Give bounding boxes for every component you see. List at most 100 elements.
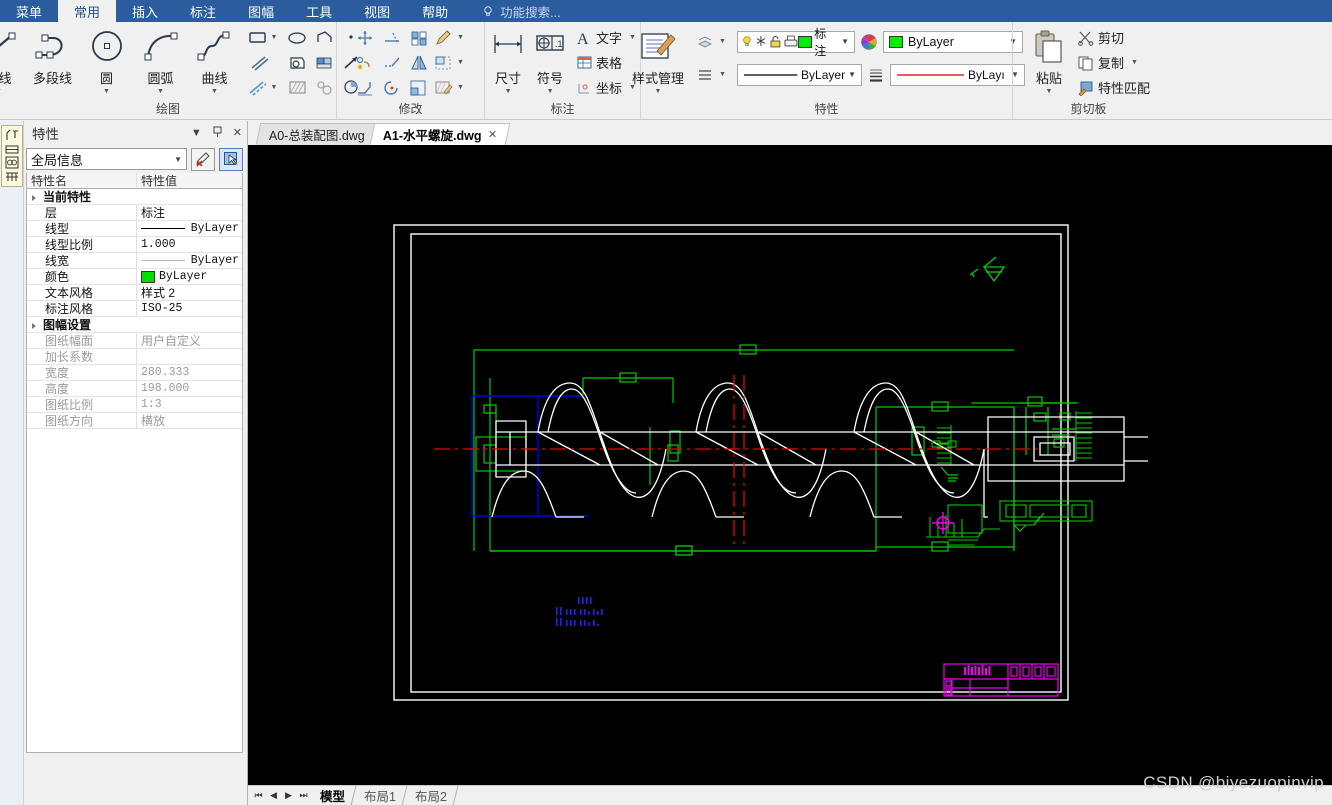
hatch-tool-button[interactable] <box>284 75 311 100</box>
ellipse-tool-button[interactable] <box>284 25 311 50</box>
menu-item-caidan[interactable]: 菜单 <box>0 0 58 22</box>
layout-tab-1[interactable]: 布局1 <box>353 786 408 805</box>
layout-tab-model[interactable]: 模型 <box>309 786 357 805</box>
menu-item-charu[interactable]: 插入 <box>116 0 174 22</box>
spline-tool-caret-icon[interactable]: ▼ <box>211 88 218 95</box>
offset-tool-button[interactable] <box>351 50 378 75</box>
layer-manager-caret-icon[interactable]: ▼ <box>719 38 726 45</box>
property-row-color[interactable]: 颜色 ByLayer <box>27 269 242 285</box>
spline-tool-button[interactable]: 曲线 ▼ <box>188 25 242 95</box>
layer-state-field[interactable]: 标注 ▼ <box>737 27 855 58</box>
property-row-orientation[interactable]: 图纸方向 横放 <box>27 413 242 429</box>
edit-hatch-caret-icon[interactable]: ▼ <box>457 84 464 91</box>
arc-tool-button[interactable]: 圆弧 ▼ <box>134 25 188 95</box>
property-row-sheetsize[interactable]: 图纸幅面 用户自定义 <box>27 333 242 349</box>
region-tool-button[interactable] <box>284 50 311 75</box>
nav-first-layout-button[interactable]: ⏮ <box>252 790 265 801</box>
scale-tool-button[interactable] <box>405 75 432 100</box>
menu-item-changyong[interactable]: 常用 <box>58 0 117 22</box>
paste-caret-icon[interactable]: ▼ <box>1046 88 1053 95</box>
lineweight-icon[interactable] <box>867 67 885 83</box>
move-tool-button[interactable] <box>351 25 378 50</box>
document-tab-a1[interactable]: A1-水平螺旋.dwg ✕ <box>369 123 511 145</box>
parallel-line-tool-button[interactable]: ▼ <box>246 75 284 100</box>
menu-item-biaozhu[interactable]: 标注 <box>174 0 232 22</box>
property-group-sheet[interactable]: 图幅设置 <box>27 317 242 333</box>
property-row-ltscale[interactable]: 线型比例 1.000 <box>27 237 242 253</box>
dimension-tool-button[interactable]: 尺寸 ▼ <box>487 25 529 95</box>
rectangle-caret-icon[interactable]: ▼ <box>271 34 278 41</box>
property-row-dimstyle[interactable]: 标注风格 ISO-25 <box>27 301 242 317</box>
cut-button[interactable]: 剪切 <box>1075 25 1152 50</box>
property-row-lineweight[interactable]: 线宽 ByLayer <box>27 253 242 269</box>
palette-close-button[interactable]: ✕ <box>233 127 242 139</box>
double-line-tool-button[interactable] <box>246 50 273 75</box>
clip-caret-icon[interactable]: ▼ <box>457 59 464 66</box>
layout-tab-2[interactable]: 布局2 <box>404 786 459 805</box>
copy-button[interactable]: 复制 ▼ <box>1075 50 1152 75</box>
puzzle-tool-button[interactable] <box>311 75 338 100</box>
arc-tool-caret-icon[interactable]: ▼ <box>157 88 164 95</box>
property-row-textstyle[interactable]: 文本风格 样式 2 <box>27 285 242 301</box>
nav-prev-layout-button[interactable]: ◀ <box>267 790 280 801</box>
property-row-layer[interactable]: 层 标注 <box>27 205 242 221</box>
property-row-height[interactable]: 高度 198.000 <box>27 381 242 397</box>
style-manager-button[interactable]: 样式管理 ▼ <box>628 25 688 95</box>
document-tab-a1-close-icon[interactable]: ✕ <box>487 128 496 141</box>
dimension-caret-icon[interactable]: ▼ <box>505 88 512 95</box>
linetype-manager-caret-icon[interactable]: ▼ <box>719 71 726 78</box>
match-properties-button[interactable]: 特性匹配 <box>1075 75 1152 100</box>
mirror-tool-button[interactable] <box>405 50 432 75</box>
polyline-tool-button[interactable]: 多段线 <box>26 25 80 87</box>
menu-item-shitu[interactable]: 视图 <box>348 0 406 22</box>
style-manager-caret-icon[interactable]: ▼ <box>655 88 662 95</box>
property-row-scale[interactable]: 图纸比例 1:3 <box>27 397 242 413</box>
property-row-extension[interactable]: 加长系数 <box>27 349 242 365</box>
palette-vertical-tab[interactable] <box>1 125 23 187</box>
property-row-linetype[interactable]: 线型 ByLayer <box>27 221 242 237</box>
circle-tool-button[interactable]: 圆 ▼ <box>80 25 134 95</box>
property-row-width[interactable]: 宽度 280.333 <box>27 365 242 381</box>
trim-tool-button[interactable] <box>378 25 405 50</box>
line-tool-caret-icon[interactable]: ▼ <box>0 88 2 95</box>
lineweight-field[interactable]: ByLayı ▼ <box>890 63 1025 86</box>
clear-properties-button[interactable] <box>191 147 215 171</box>
drawing-canvas[interactable] <box>248 145 1332 785</box>
object-color-field[interactable]: ByLayer ▼ <box>883 30 1023 53</box>
paste-button[interactable]: 粘贴 ▼ <box>1025 25 1073 95</box>
edit-pencil-caret-icon[interactable]: ▼ <box>457 34 464 41</box>
layer-manager-button[interactable]: ▼ <box>694 29 732 54</box>
copy-caret-icon[interactable]: ▼ <box>1131 59 1138 66</box>
menu-item-bangzhu[interactable]: 帮助 <box>406 0 464 22</box>
edit-pencil-tool-button[interactable]: ▼ <box>432 25 470 50</box>
color-wheel-icon[interactable] <box>860 33 878 51</box>
parallel-line-caret-icon[interactable]: ▼ <box>271 84 278 91</box>
layer-field-caret-icon[interactable]: ▼ <box>838 37 852 46</box>
edit-hatch-tool-button[interactable]: ▼ <box>432 75 470 100</box>
clip-tool-button[interactable]: ▼ <box>432 50 470 75</box>
chamfer-tool-button[interactable] <box>351 75 378 100</box>
property-group-current[interactable]: 当前特性 <box>27 189 242 205</box>
nav-next-layout-button[interactable]: ▶ <box>282 790 295 801</box>
select-object-button[interactable] <box>219 147 243 171</box>
property-scope-caret-icon[interactable]: ▼ <box>174 155 182 164</box>
circle-tool-caret-icon[interactable]: ▼ <box>103 88 110 95</box>
linetype-manager-button[interactable]: ▼ <box>694 62 732 87</box>
menu-item-tufu[interactable]: 图幅 <box>232 0 290 22</box>
menu-item-gongju[interactable]: 工具 <box>290 0 348 22</box>
array-tool-button[interactable] <box>405 25 432 50</box>
symbol-caret-icon[interactable]: ▼ <box>547 88 554 95</box>
symbol-tool-button[interactable]: .1 符号 ▼ <box>529 25 571 95</box>
property-scope-select[interactable]: 全局信息 ▼ <box>26 148 187 170</box>
document-tab-a0[interactable]: A0-总装配图.dwg <box>255 123 379 145</box>
linetype-caret-icon[interactable]: ▼ <box>845 70 859 79</box>
feature-search[interactable]: 功能搜索... <box>464 0 561 22</box>
nav-last-layout-button[interactable]: ⏭ <box>297 790 310 801</box>
rotate-tool-button[interactable] <box>378 75 405 100</box>
palette-pin-button[interactable] <box>212 126 223 141</box>
block-tool-button[interactable] <box>311 50 338 75</box>
rectangle-tool-button[interactable]: ▼ <box>246 25 284 50</box>
extend-tool-button[interactable] <box>378 50 405 75</box>
polygon-tool-button[interactable] <box>311 25 338 50</box>
linetype-field[interactable]: ByLayer ▼ <box>737 63 862 86</box>
